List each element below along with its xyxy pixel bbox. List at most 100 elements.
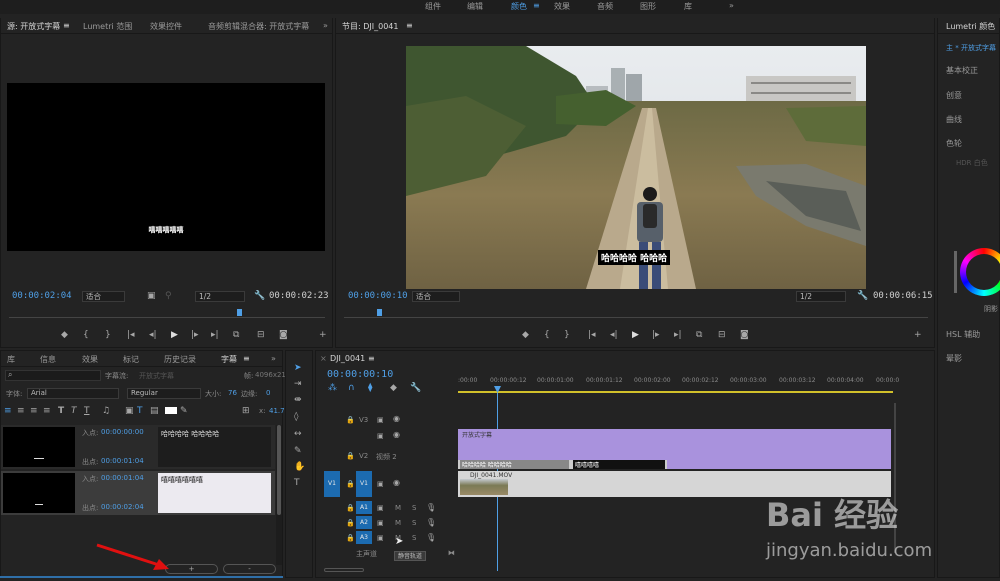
mute-icon[interactable]: M [395,504,401,512]
microphone-icon[interactable]: 🎙 [426,503,436,513]
source-patch-v1[interactable]: V1 [324,471,340,497]
tab-source-menu-icon[interactable]: ≡ [63,21,70,30]
color-swatch[interactable] [165,407,177,414]
sync-lock-icon[interactable]: ▣ [377,415,384,425]
sync-lock-icon[interactable]: ▣ [377,503,384,513]
lock-icon[interactable]: 🔒 [346,451,355,461]
captions-search-input[interactable]: ⌕ [5,370,101,381]
captions-scrollbar[interactable] [276,425,282,565]
type-tool-icon[interactable]: T [294,478,300,488]
caption-style-select[interactable]: Regular [127,388,201,399]
source-playhead[interactable] [237,309,242,316]
lumetri-curves[interactable]: 曲线 [946,114,962,125]
lumetri-wheel-slider[interactable] [954,251,957,293]
sync-lock-icon[interactable]: ▣ [377,431,384,441]
caption-list-item[interactable]: 入点: 00:00:00:00 出点: 00:00:01:04 哈哈哈哈 哈哈哈… [1,425,275,469]
pen-tool-icon[interactable]: ✎ [294,446,302,456]
caption-stream-value[interactable]: 开放式字幕 [139,371,174,381]
caption-out-time[interactable]: 00:00:01:04 [101,457,144,465]
eye-icon[interactable]: ◉ [393,414,400,424]
tab-source[interactable]: 源: 开放式字幕 [7,21,60,32]
workspace-editing[interactable]: 编辑 [467,1,483,12]
sync-lock-icon[interactable]: ▣ [377,518,384,528]
tab-effects[interactable]: 效果 [82,354,98,365]
music-note-icon[interactable]: ♫ [102,406,110,416]
solo-icon[interactable]: S [412,519,416,527]
caption-in-time[interactable]: 00:00:00:00 [101,428,144,436]
lumetri-hsl-secondary[interactable]: HSL 辅助 [946,329,980,340]
lumetri-basic-correction[interactable]: 基本校正 [946,65,978,76]
lumetri-clip-label[interactable]: 主 * 开放式字幕 [946,43,996,53]
workspace-libraries[interactable]: 库 [684,1,692,12]
tab-program[interactable]: 节目: DJI_0041 [342,21,398,32]
tab-markers[interactable]: 标记 [123,354,139,365]
caption-in-time[interactable]: 00:00:01:04 [101,474,144,482]
program-mark-out-icon[interactable]: } [564,330,570,340]
marker-icon[interactable]: ◆ [390,383,397,393]
program-play-icon[interactable]: ▶ [632,330,639,340]
source-safe-margin-icon[interactable]: ▣ [147,291,156,301]
tab-info[interactable]: 信息 [40,354,56,365]
program-mark-in-icon[interactable]: { [544,330,550,340]
source-play-icon[interactable]: ▶ [171,330,178,340]
position-grid-icon[interactable]: ⊞ [242,406,250,416]
caption-edge-value[interactable]: 0 [266,389,270,397]
align-right-icon[interactable]: ≡ [30,406,38,416]
program-fit-select[interactable]: 适合 [412,291,460,302]
program-go-out-icon[interactable]: ▸| [674,330,682,340]
italic-icon[interactable]: T [71,406,77,416]
captions-overflow-icon[interactable]: » [271,354,276,363]
source-go-in-icon[interactable]: |◂ [127,330,135,340]
selection-tool-icon[interactable]: ➤ [294,363,302,373]
source-step-back-icon[interactable]: ◂| [149,330,157,340]
tab-sequence[interactable]: DJI_0041 [330,354,365,363]
mute-icon[interactable]: M [395,519,401,527]
program-ratio-select[interactable]: 1/2 [796,291,846,302]
eyedropper-icon[interactable]: ✎ [180,406,188,416]
workspace-effects[interactable]: 效果 [554,1,570,12]
source-add-button-icon[interactable]: + [319,330,327,340]
workspace-menu-icon[interactable]: ≡ [533,1,540,10]
program-timecode-in[interactable]: 00:00:00:10 [348,291,408,301]
program-scrub-bar[interactable] [344,317,928,318]
ripple-edit-tool-icon[interactable]: ⇼ [294,395,302,405]
lumetri-color-wheel[interactable] [960,248,1000,296]
program-export-frame-icon[interactable]: ◙ [740,330,749,340]
lumetri-creative[interactable]: 创意 [946,90,962,101]
master-volume-icon[interactable]: ⧓ [448,549,455,557]
track-target-v1[interactable]: V1 [356,471,372,497]
workspace-assembly[interactable]: 组件 [425,1,441,12]
solo-icon[interactable]: S [412,504,416,512]
caption-text-field[interactable]: 哈哈哈哈 哈哈哈哈 [158,427,271,467]
work-area-bar[interactable] [458,391,893,393]
add-marker-timeline-icon[interactable]: ⧫ [368,383,372,393]
align-center-icon[interactable]: ≡ [17,406,25,416]
text-color-icon[interactable]: T [137,406,143,416]
caption-segment[interactable]: 哈哈哈哈 哈哈哈哈 [458,460,571,469]
workspace-color[interactable]: 颜色 [511,1,527,12]
bold-icon[interactable]: T [58,406,64,416]
remove-caption-button[interactable]: - [223,564,276,574]
caption-size-value[interactable]: 76 [228,389,237,397]
sync-lock-icon[interactable]: ▣ [377,533,384,543]
solo-icon[interactable]: S [412,534,416,542]
source-marker-icon[interactable]: ◆ [61,330,68,340]
eye-icon[interactable]: ◉ [393,478,400,488]
lock-icon[interactable]: 🔒 [346,518,355,528]
tabs-overflow-icon[interactable]: » [323,21,328,30]
slip-tool-icon[interactable]: ↔ [294,429,302,439]
source-timecode-in[interactable]: 00:00:02:04 [12,291,72,301]
eye-icon[interactable]: ◉ [393,430,400,440]
caption-x-value[interactable]: 41.7 [269,407,285,415]
linked-selection-icon[interactable]: ∩ [348,383,355,393]
track-target-a2[interactable]: A2 [356,516,372,529]
source-fit-select[interactable]: 适合 [82,291,125,302]
program-step-back-icon[interactable]: ◂| [610,330,618,340]
microphone-icon[interactable]: 🎙 [426,533,436,543]
tab-sequence-menu-icon[interactable]: ≡ [368,354,375,363]
program-extract-icon[interactable]: ⊟ [718,330,726,340]
tab-history[interactable]: 历史记录 [164,354,196,365]
program-settings-wrench-icon[interactable]: 🔧 [857,291,868,301]
workspace-graphics[interactable]: 图形 [640,1,656,12]
microphone-icon[interactable]: 🎙 [426,518,436,528]
